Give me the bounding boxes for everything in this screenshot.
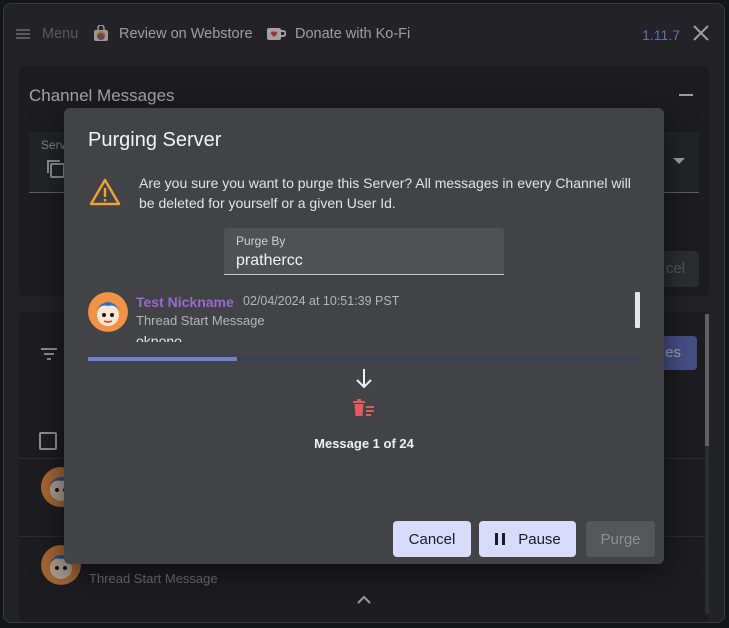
- purge-counter: Message 1 of 24: [314, 436, 414, 451]
- message-content: okpono: [136, 333, 182, 342]
- warning-text: Are you sure you want to purge this Serv…: [139, 175, 631, 211]
- pause-icon: [495, 533, 506, 545]
- message-preview: Test Nickname 02/04/2024 at 10:51:39 PST…: [88, 290, 640, 342]
- cancel-button[interactable]: Cancel: [393, 521, 471, 557]
- message-timestamp: 02/04/2024 at 10:51:39 PST: [243, 294, 400, 308]
- down-arrow-icon: [356, 369, 372, 389]
- purge-button[interactable]: Purge: [586, 521, 655, 557]
- purge-by-value: prathercc: [236, 252, 303, 269]
- purge-progress-fill: [88, 357, 238, 361]
- avatar: [88, 292, 128, 332]
- message-scrollbar[interactable]: [635, 292, 640, 328]
- purge-dialog: Purging Server Are you sure you want to …: [64, 108, 664, 564]
- pause-button[interactable]: Pause: [479, 521, 576, 557]
- message-nickname: Test Nickname: [136, 294, 234, 310]
- purge-progress-bar: [88, 357, 640, 361]
- cancel-label: Cancel: [408, 530, 456, 548]
- trash-queue-icon: [353, 399, 374, 416]
- warning-icon: [89, 178, 121, 206]
- message-subtitle: Thread Start Message: [136, 313, 265, 328]
- purge-label: Purge: [600, 530, 641, 548]
- dialog-title: Purging Server: [88, 129, 222, 151]
- pause-label: Pause: [518, 530, 561, 548]
- purge-by-label: Purge By: [236, 234, 286, 248]
- purge-by-field[interactable]: Purge By prathercc: [224, 228, 504, 275]
